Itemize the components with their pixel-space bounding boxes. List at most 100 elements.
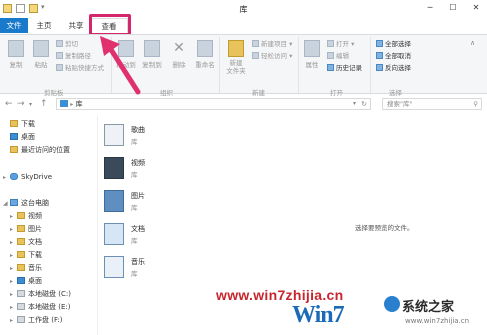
cloud-icon (10, 173, 18, 180)
edit-button[interactable]: 编辑 (327, 52, 349, 61)
select-none-icon (376, 52, 383, 59)
select-all-icon (376, 40, 383, 47)
search-input[interactable]: 搜索"库" ⚲ (382, 98, 482, 110)
close-button[interactable]: ✕ (465, 0, 487, 15)
nav-item-this-pc[interactable]: ◢ 这台电脑 (3, 198, 49, 208)
watermark-site-url: www.win7zhijia.cn (216, 287, 344, 303)
recent-locations-icon[interactable]: ▾ (29, 99, 32, 110)
open-button[interactable]: 打开 ▾ (327, 40, 354, 49)
forward-button[interactable]: → (17, 99, 25, 110)
delete-button[interactable]: ✕ 删除 (170, 40, 188, 69)
view-tab-highlight (89, 14, 131, 36)
maximize-button[interactable]: ☐ (442, 0, 464, 15)
cut-button[interactable]: 剪切 (56, 40, 78, 49)
breadcrumb-separator: ▸ (70, 101, 74, 108)
nav-item-desktop-pc[interactable]: ▸ 桌面 (10, 276, 42, 286)
select-all-button[interactable]: 全部选择 (376, 40, 411, 49)
paste-button[interactable]: 粘贴 (31, 40, 51, 69)
rename-button[interactable]: 重命名 (193, 40, 217, 69)
address-input[interactable]: ▸ 库 ▾ ↻ (56, 98, 371, 110)
properties-icon (304, 40, 320, 57)
computer-icon (10, 199, 18, 206)
copy-path-icon (56, 52, 63, 59)
up-button[interactable]: ↑ (40, 99, 48, 110)
minimize-button[interactable]: ─ (419, 0, 441, 15)
music-folder-icon (17, 264, 25, 271)
window-title: 库 (239, 5, 248, 14)
library-item-music[interactable]: 音乐 库 (104, 254, 184, 284)
nav-item-downloads[interactable]: 下载 (10, 119, 35, 129)
drive-icon (17, 290, 25, 297)
group-divider (298, 37, 299, 93)
new-folder-button[interactable]: 新建 文件夹 (222, 40, 250, 75)
watermark-logo: Win7 (292, 302, 345, 328)
nav-item-drive-c[interactable]: ▸ 本地磁盘 (C:) (10, 289, 71, 299)
history-button[interactable]: 历史记录 (327, 64, 362, 73)
collapse-ribbon-icon[interactable]: ∧ (470, 39, 475, 47)
documents-folder-icon (17, 238, 25, 245)
nav-item-music[interactable]: ▸ 音乐 (10, 263, 42, 273)
desktop-icon (17, 277, 25, 284)
pictures-folder-icon (17, 225, 25, 232)
rename-icon (197, 40, 213, 57)
group-divider (370, 37, 371, 93)
paste-icon (33, 40, 49, 57)
new-item-button[interactable]: 新建项目 ▾ (252, 40, 292, 49)
open-icon (327, 40, 334, 47)
library-item-documents[interactable]: 文档 库 (104, 221, 184, 251)
recent-places-icon (10, 146, 18, 153)
paste-shortcut-icon (56, 64, 63, 71)
back-button[interactable]: ← (5, 99, 13, 110)
address-path[interactable]: 库 (75, 100, 82, 108)
watermark-name: 系统之家 (402, 300, 455, 315)
music-library-icon (104, 256, 124, 278)
nav-item-drive-f[interactable]: ▸ 工作盘 (F:) (10, 315, 63, 325)
pane-divider[interactable] (97, 116, 98, 335)
address-dropdown-icon[interactable]: ▾ (353, 99, 356, 109)
arrow-pointer (100, 36, 141, 95)
copy-path-button[interactable]: 复制路径 (56, 52, 91, 61)
music-library-icon (104, 124, 124, 146)
copy-button[interactable]: 复制 (6, 40, 26, 69)
tab-file[interactable]: 文件 (0, 18, 28, 33)
search-icon: ⚲ (473, 100, 478, 108)
delete-icon: ✕ (173, 40, 185, 56)
nav-item-downloads-pc[interactable]: ▸ 下载 (10, 250, 42, 260)
nav-item-recent[interactable]: 最近访问的位置 (10, 145, 70, 155)
select-none-button[interactable]: 全部取消 (376, 52, 411, 61)
library-item-songs[interactable]: 歌曲 库 (104, 122, 184, 152)
video-library-icon (104, 157, 124, 179)
history-icon (327, 64, 334, 71)
address-bar-row: ← → ▾ ↑ ▸ 库 ▾ ↻ 搜索"库" ⚲ (0, 96, 487, 112)
properties-button[interactable]: 属性 (302, 40, 322, 69)
edit-icon (327, 52, 334, 59)
copy-to-icon (144, 40, 160, 57)
desktop-icon (10, 133, 18, 140)
new-item-icon (252, 40, 259, 47)
tab-home[interactable]: 主页 (32, 18, 56, 33)
nav-item-videos[interactable]: ▸ 视频 (10, 211, 42, 221)
easy-access-icon (252, 52, 259, 59)
folder-icon (10, 120, 18, 127)
refresh-icon[interactable]: ↻ (361, 99, 367, 109)
copy-icon (8, 40, 24, 57)
scissors-icon (56, 40, 63, 47)
easy-access-button[interactable]: 轻松访问 ▾ (252, 52, 292, 61)
nav-item-skydrive[interactable]: ▸ SkyDrive (3, 172, 52, 182)
navigation-pane: 下载 桌面 最近访问的位置 ▸ SkyDrive ◢ 这台电脑 ▸ 视频 ▸ 图片 ▸ 文… (0, 116, 95, 335)
watermark-url: www.win7zhijia.cn (405, 317, 470, 325)
preview-pane-text: 选择要预览的文件。 (355, 224, 414, 232)
tab-share[interactable]: 共享 (64, 18, 88, 33)
document-library-icon (104, 223, 124, 245)
invert-selection-button[interactable]: 反向选择 (376, 64, 411, 73)
videos-folder-icon (17, 212, 25, 219)
drive-icon (17, 316, 25, 323)
nav-item-desktop[interactable]: 桌面 (10, 132, 35, 142)
nav-item-pictures[interactable]: ▸ 图片 (10, 224, 42, 234)
invert-selection-icon (376, 64, 383, 71)
nav-item-drive-e[interactable]: ▸ 本地磁盘 (E:) (10, 302, 70, 312)
nav-item-documents[interactable]: ▸ 文档 (10, 237, 42, 247)
drive-icon (17, 303, 25, 310)
library-item-pictures[interactable]: 图片 库 (104, 188, 184, 218)
library-item-videos[interactable]: 视频 库 (104, 155, 184, 185)
